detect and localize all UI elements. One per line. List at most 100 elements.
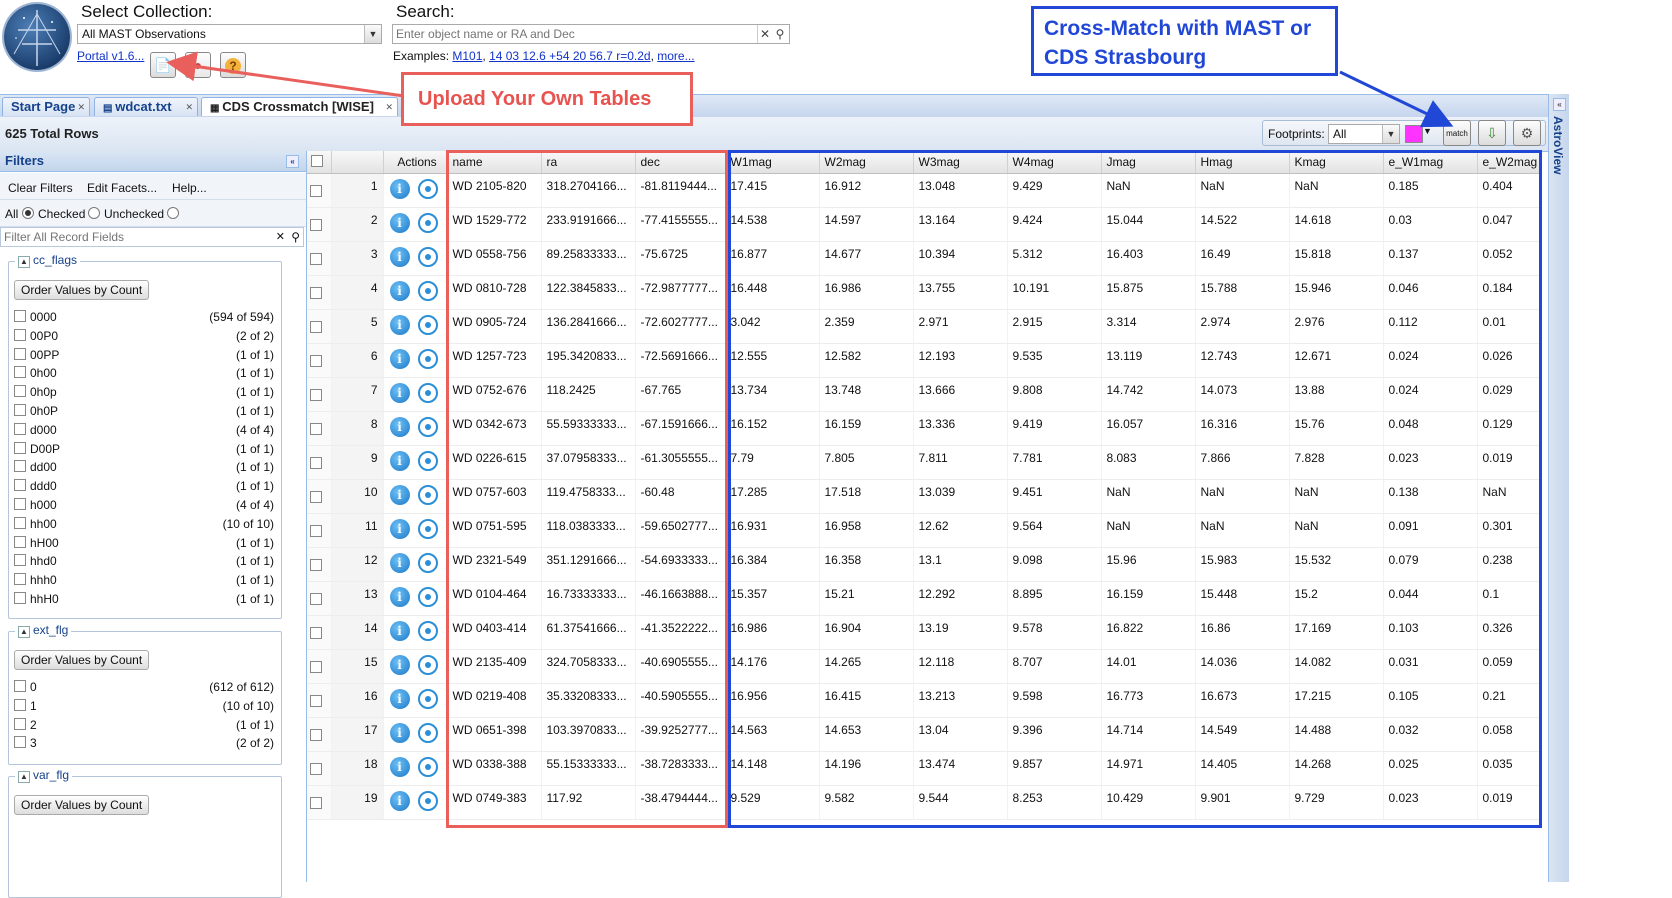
table-row[interactable]: 17 i WD 0651-398 103.3970833... -39.9252777.… <box>307 717 1542 752</box>
info-icon[interactable]: i <box>389 655 410 675</box>
row-select-cell[interactable] <box>307 513 332 548</box>
facet-value-row[interactable]: 0h0p (1 of 1) <box>14 385 274 403</box>
row-checkbox[interactable] <box>310 423 323 435</box>
scope-checked-radio[interactable] <box>88 207 100 219</box>
table-row[interactable]: 19 i WD 0749-383 117.92 -38.4794444... 9.529 9… <box>307 785 1542 820</box>
row-select-cell[interactable] <box>307 649 332 684</box>
select-all-checkbox[interactable] <box>311 155 323 167</box>
help-button[interactable]: ? <box>220 52 246 78</box>
target-icon[interactable] <box>417 315 438 335</box>
info-icon[interactable]: i <box>389 417 410 437</box>
chevron-down-icon[interactable]: ▼ <box>364 25 381 43</box>
target-icon[interactable] <box>417 757 438 777</box>
target-icon[interactable] <box>417 417 438 437</box>
table-row[interactable]: 6 i WD 1257-723 195.3420833... -72.5691666..… <box>307 343 1542 378</box>
close-icon[interactable]: ✕ <box>77 98 85 116</box>
table-row[interactable]: 7 i WD 0752-676 118.2425 -67.765 13.734 13.748… <box>307 377 1542 412</box>
column-header-w2mag[interactable]: W2mag <box>819 151 914 174</box>
row-checkbox[interactable] <box>310 695 323 707</box>
target-icon[interactable] <box>417 553 438 573</box>
table-row[interactable]: 12 i WD 2321-549 351.1291666... -54.6933333.… <box>307 547 1542 582</box>
info-icon[interactable]: i <box>389 757 410 777</box>
footprint-color-swatch[interactable] <box>1405 125 1423 143</box>
settings-button[interactable]: ⚙ <box>1513 120 1541 146</box>
target-icon[interactable] <box>417 655 438 675</box>
row-checkbox[interactable] <box>310 287 323 299</box>
column-header-e-w2mag[interactable]: e_W2mag <box>1477 151 1542 174</box>
table-row[interactable]: 2 i WD 1529-772 233.9191666... -77.4155555..… <box>307 207 1542 242</box>
facet-value-row[interactable]: 1 (10 of 10) <box>14 698 274 717</box>
search-input[interactable] <box>396 26 752 42</box>
facet-value-row[interactable]: hhd0 (1 of 1) <box>14 554 274 572</box>
row-select-cell[interactable] <box>307 751 332 786</box>
row-checkbox[interactable] <box>310 661 323 673</box>
row-checkbox[interactable] <box>310 219 323 231</box>
column-header-dec[interactable]: dec <box>635 151 726 174</box>
facet-checkbox[interactable] <box>14 404 26 416</box>
row-select-cell[interactable] <box>307 241 332 276</box>
table-row[interactable]: 18 i WD 0338-388 55.15333333... -38.7283333.… <box>307 751 1542 786</box>
info-icon[interactable]: i <box>389 315 410 335</box>
edit-facets-link[interactable]: Edit Facets... <box>87 181 157 195</box>
facet-checkbox[interactable] <box>14 460 26 473</box>
target-icon[interactable] <box>417 383 438 403</box>
chevron-down-icon[interactable]: ▼ <box>1382 125 1399 143</box>
collapse-icon[interactable]: ▲ <box>18 771 30 783</box>
info-icon[interactable]: i <box>389 179 410 199</box>
help-link[interactable]: Help... <box>172 181 207 195</box>
target-icon[interactable] <box>417 519 438 539</box>
info-icon[interactable]: i <box>389 553 410 573</box>
row-select-cell[interactable] <box>307 275 332 310</box>
scope-all-radio[interactable] <box>22 207 34 219</box>
facet-value-row[interactable]: 3 (2 of 2) <box>14 736 274 754</box>
clear-filters-link[interactable]: Clear Filters <box>8 181 73 195</box>
facet-value-row[interactable]: 2 (1 of 1) <box>14 717 274 736</box>
column-header-w4mag[interactable]: W4mag <box>1007 151 1102 174</box>
row-select-cell[interactable] <box>307 785 332 820</box>
facet-value-row[interactable]: ddd0 (1 of 1) <box>14 479 274 497</box>
clear-filter-icon[interactable]: ✕ <box>276 228 285 246</box>
row-select-cell[interactable] <box>307 207 332 242</box>
example-link-m101[interactable]: M101 <box>452 49 482 63</box>
column-header-ra[interactable]: ra <box>541 151 636 174</box>
select-all-header[interactable] <box>307 151 332 174</box>
table-row[interactable]: 14 i WD 0403-414 61.37541666... -41.3522222.… <box>307 615 1542 650</box>
facet-value-row[interactable]: 0000 (594 of 594) <box>14 310 274 328</box>
facet-checkbox[interactable] <box>14 347 26 360</box>
column-header-kmag[interactable]: Kmag <box>1289 151 1384 174</box>
facet-checkbox[interactable] <box>14 498 26 510</box>
facet-checkbox[interactable] <box>14 385 26 398</box>
column-header-w3mag[interactable]: W3mag <box>913 151 1008 174</box>
info-icon[interactable]: i <box>389 213 410 233</box>
info-icon[interactable]: i <box>389 281 410 301</box>
facet-checkbox[interactable] <box>14 479 26 492</box>
row-checkbox[interactable] <box>310 457 323 469</box>
facet-checkbox[interactable] <box>14 441 26 454</box>
astroview-panel[interactable]: « AstroView <box>1548 94 1569 882</box>
order-by-count-button[interactable]: Order Values by Count <box>14 280 150 300</box>
table-row[interactable]: 9 i WD 0226-615 37.07958333... -61.3055555..… <box>307 445 1542 480</box>
column-header-name[interactable]: name <box>447 151 542 174</box>
target-icon[interactable] <box>417 247 438 267</box>
table-row[interactable]: 4 i WD 0810-728 122.3845833... -72.9877777..… <box>307 275 1542 310</box>
order-by-count-button[interactable]: Order Values by Count <box>14 795 150 815</box>
facet-value-row[interactable]: d000 (4 of 4) <box>14 422 274 441</box>
table-row[interactable]: 3 i WD 0558-756 89.25833333... -75.6725 16.87… <box>307 241 1542 276</box>
facet-checkbox[interactable] <box>14 698 26 711</box>
search-icon[interactable]: ⚲ <box>772 25 788 43</box>
facet-checkbox[interactable] <box>14 680 26 692</box>
row-select-cell[interactable] <box>307 377 332 412</box>
column-header-e-w1mag[interactable]: e_W1mag <box>1383 151 1478 174</box>
target-icon[interactable] <box>417 485 438 505</box>
row-select-cell[interactable] <box>307 615 332 650</box>
row-checkbox[interactable] <box>310 627 323 639</box>
info-icon[interactable]: i <box>389 587 410 607</box>
info-icon[interactable]: i <box>389 383 410 403</box>
info-icon[interactable]: i <box>389 451 410 471</box>
row-select-cell[interactable] <box>307 343 332 378</box>
collapse-icon[interactable]: « <box>286 155 299 168</box>
facet-value-row[interactable]: hhh0 (1 of 1) <box>14 573 274 591</box>
table-row[interactable]: 11 i WD 0751-595 118.0383333... -59.6502777.… <box>307 513 1542 548</box>
filter-search-box[interactable]: ✕ ⚲ <box>0 227 304 247</box>
facet-value-row[interactable]: 0h0P (1 of 1) <box>14 404 274 422</box>
